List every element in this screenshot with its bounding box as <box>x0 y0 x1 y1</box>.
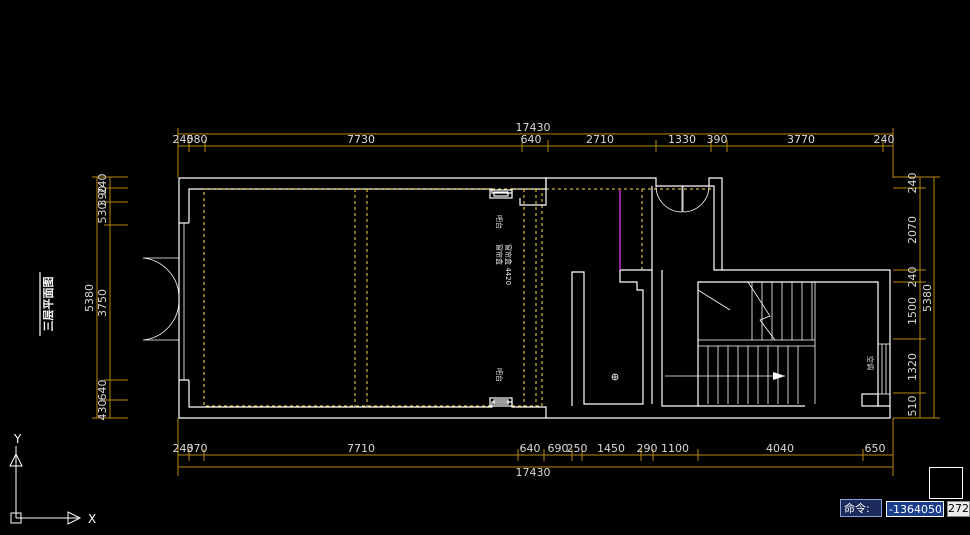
bottom-dimension-chain: 240 370 7710 640 690 250 1450 290 1100 4… <box>173 418 894 479</box>
bottom-dim-2: 370 <box>187 442 208 455</box>
left-dim-4: 3750 <box>96 289 109 317</box>
label-bar-bottom: 吧台 <box>495 368 504 382</box>
annotations: 吧台 吧台 窗帘盒 窗帘盒 4420 空调 <box>495 215 875 382</box>
coordinate-field[interactable]: 2724 <box>947 501 970 517</box>
top-dim-6: 1330 <box>668 133 696 146</box>
bottom-dim-10: 4040 <box>766 442 794 455</box>
right-dim-5: 1320 <box>906 353 919 381</box>
top-door-leaf-1 <box>655 185 683 213</box>
left-dim-5: 640 <box>96 380 109 401</box>
bottom-dim-8: 290 <box>637 442 658 455</box>
top-dim-4: 640 <box>521 133 542 146</box>
label-mid-2: 窗帘盒 4420 <box>504 244 513 285</box>
right-dim-1: 240 <box>906 173 919 194</box>
viewport-frame <box>929 467 963 499</box>
top-dim-8: 3770 <box>787 133 815 146</box>
right-dimension-chain: 240 2070 240 1500 1320 510 5380 <box>893 173 940 419</box>
bottom-total-dim: 17430 <box>516 466 551 479</box>
top-dim-9: 240 <box>874 133 895 146</box>
top-dim-2: 580 <box>187 133 208 146</box>
left-door-leaf-2 <box>142 299 180 341</box>
left-dim-3: 240 <box>96 174 109 195</box>
bottom-dim-4: 640 <box>520 442 541 455</box>
right-dim-2: 2070 <box>906 216 919 244</box>
label-mid-1: 窗帘盒 <box>495 244 504 265</box>
right-dim-4: 1500 <box>906 297 919 325</box>
bottom-dim-3: 7710 <box>347 442 375 455</box>
floor-plan <box>142 177 891 419</box>
left-dim-6: 430 <box>96 400 109 421</box>
top-dim-3: 7730 <box>347 133 375 146</box>
stair-treads <box>698 282 816 404</box>
command-input[interactable] <box>886 501 944 517</box>
bottom-dim-11: 650 <box>865 442 886 455</box>
left-door-leaf-1 <box>142 257 180 299</box>
label-bar-top: 吧台 <box>495 215 504 229</box>
left-dimension-chain: 5380 530 390 240 3750 640 430 <box>83 174 128 421</box>
right-dim-3: 240 <box>906 267 919 288</box>
right-dim-6: 510 <box>906 396 919 417</box>
top-door-leaf-2 <box>682 185 710 213</box>
bottom-dim-9: 1100 <box>661 442 689 455</box>
bottom-dim-7: 1450 <box>597 442 625 455</box>
cad-drawing-canvas[interactable]: 17430 240 580 7730 640 2710 1330 390 377… <box>0 0 970 535</box>
drawing-title: 三层平面图 <box>39 272 55 336</box>
right-window <box>878 343 890 395</box>
top-dim-7: 390 <box>707 133 728 146</box>
stair-arrow-head <box>773 372 785 380</box>
bottom-dim-6: 250 <box>567 442 588 455</box>
label-stair-note: 空调 <box>866 356 875 370</box>
left-total-dim: 5380 <box>83 284 96 312</box>
top-dimension-chain: 17430 240 580 7730 640 2710 1330 390 377… <box>173 121 895 178</box>
top-dim-5: 2710 <box>586 133 614 146</box>
bottom-dim-5: 690 <box>548 442 569 455</box>
command-label: 命令: <box>840 499 882 517</box>
ucs-icon: Y X <box>9 432 96 526</box>
drawing-title-text: 三层平面图 <box>42 277 55 332</box>
ucs-y-label: Y <box>13 432 22 446</box>
right-total-dim: 5380 <box>921 284 934 312</box>
ucs-x-label: X <box>88 512 96 526</box>
stair-break-line <box>697 281 776 341</box>
